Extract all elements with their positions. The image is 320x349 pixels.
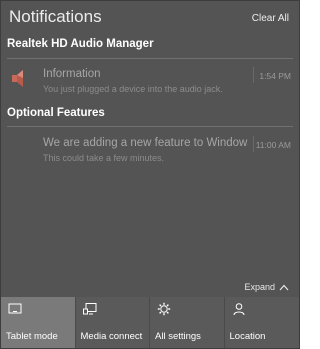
speaker-icon	[9, 67, 31, 89]
group-title-optional-features: Optional Features	[7, 107, 105, 119]
quick-action-label: Tablet mode	[6, 331, 58, 342]
expand-button[interactable]: Expand	[244, 282, 289, 292]
location-icon	[231, 302, 247, 316]
quick-action-all-settings[interactable]: All settings	[150, 297, 225, 348]
gear-icon	[156, 302, 172, 316]
time-separator	[253, 136, 254, 152]
clear-all-button[interactable]: Clear All	[252, 13, 289, 24]
group-divider	[7, 126, 293, 127]
media-connect-icon	[82, 302, 98, 316]
quick-actions-bar: Tablet mode Media connect All settings L…	[1, 297, 299, 348]
quick-action-location[interactable]: Location	[224, 297, 299, 348]
tablet-mode-icon	[7, 302, 23, 316]
time-separator	[253, 67, 254, 83]
action-center-panel: Notifications Clear All Realtek HD Audio…	[0, 0, 300, 349]
notification-body: This could take a few minutes.	[43, 153, 165, 163]
notification-body: You just plugged a device into the audio…	[43, 84, 223, 94]
group-divider	[7, 58, 293, 59]
expand-label: Expand	[244, 282, 275, 292]
group-title-realtek: Realtek HD Audio Manager	[7, 38, 154, 50]
quick-action-label: Media connect	[80, 331, 143, 342]
quick-action-tablet-mode[interactable]: Tablet mode	[1, 297, 76, 348]
quick-action-media-connect[interactable]: Media connect	[75, 297, 150, 348]
quick-action-label: Location	[229, 331, 266, 342]
notification-realtek-information[interactable]: Information You just plugged a device in…	[1, 65, 299, 99]
panel-title: Notifications	[9, 7, 102, 26]
notification-optional-features[interactable]: We are adding a new feature to Windows T…	[1, 134, 299, 168]
notification-title: We are adding a new feature to Windows	[43, 137, 248, 149]
quick-action-label: All settings	[155, 331, 201, 342]
notification-title: Information	[43, 68, 101, 80]
notification-time: 1:54 PM	[259, 71, 291, 81]
chevron-up-icon	[275, 282, 289, 292]
notification-time: 11:00 AM	[255, 140, 291, 150]
